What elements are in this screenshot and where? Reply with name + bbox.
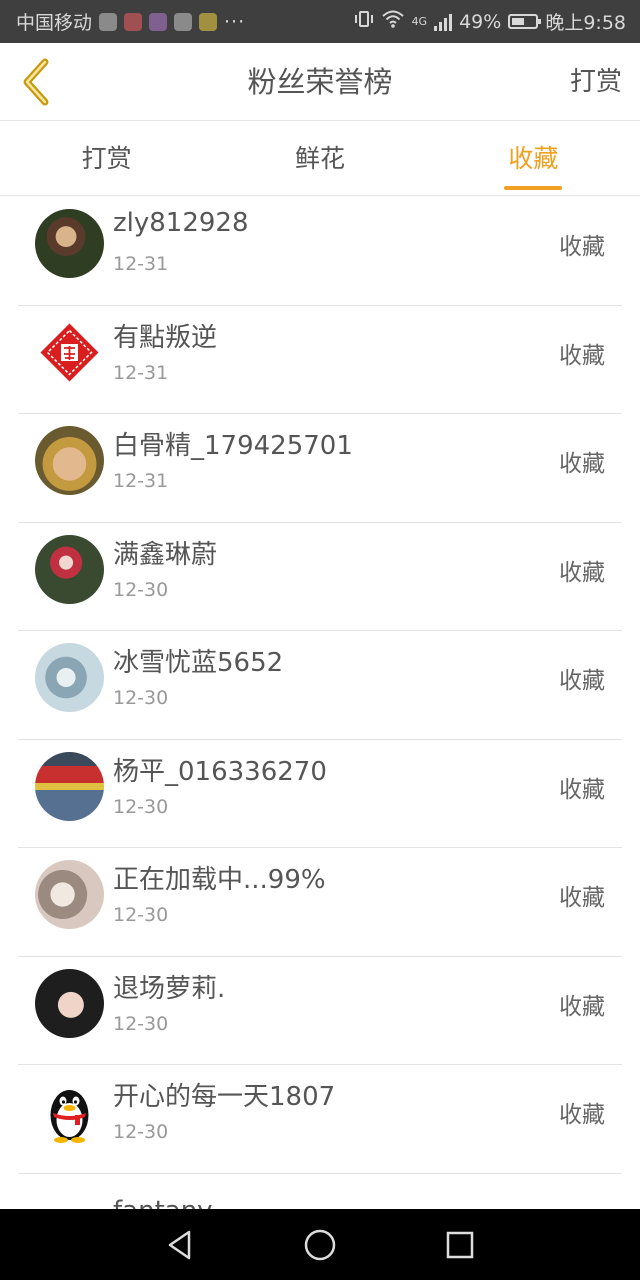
user-name: zly812928 [113,208,249,238]
signal-icon [434,13,453,31]
tab-favorites[interactable]: 收藏 [427,122,640,195]
carrier-label: 中国移动 [16,12,93,34]
favorite-label: 收藏 [559,1102,605,1128]
list-item[interactable]: fantany [18,1174,622,1210]
avatar [35,968,104,1038]
favorite-label: 收藏 [559,885,605,911]
chevron-left-icon [23,58,49,106]
favorite-label: 收藏 [559,993,605,1020]
tab-flowers[interactable]: 鲜花 [213,122,426,195]
penguin-icon [50,1090,89,1143]
user-name: 正在加载中...99% [113,865,326,895]
system-nav-bar [0,1209,640,1280]
fu-character-icon [40,323,99,381]
circle-home-icon [304,1229,336,1260]
status-bar: 中国移动 ··· 4G 49% 晚上9:58 [0,0,640,43]
avatar [35,209,104,278]
vibrate-icon [354,9,374,34]
fan-list: zly812928 12-31 收藏 有點叛逆 12-31 收藏 白骨精_179… [0,197,640,1209]
avatar [35,317,104,387]
user-name: 退场萝莉. [113,973,226,1004]
favorite-label: 收藏 [559,776,605,803]
battery-icon [508,14,542,29]
page-title: 粉丝荣誉榜 [247,65,393,99]
user-name: 杨平_016336270 [113,756,327,787]
record-date: 12-30 [113,687,169,709]
list-item[interactable]: 冰雪忧蓝5652 12-30 收藏 [18,631,622,740]
user-name: 有點叛逆 [113,322,218,353]
favorite-label: 收藏 [559,668,605,694]
clock: 晚上9:58 [545,12,626,34]
record-date: 12-30 [113,1121,169,1143]
status-right: 4G 49% 晚上9:58 [354,8,626,35]
avatar [35,860,104,929]
user-name: 开心的每一天1807 [113,1082,336,1112]
record-date: 12-30 [113,904,169,926]
app-notification-icon [99,12,118,31]
list-item[interactable]: 正在加载中...99% 12-30 收藏 [18,848,622,957]
nav-recents-button[interactable] [430,1215,490,1275]
record-date: 12-31 [113,253,169,275]
user-name: 白骨精_179425701 [113,431,353,461]
status-left: 中国移动 ··· [16,8,245,35]
list-item[interactable]: zly812928 12-31 收藏 [18,197,622,306]
record-date: 12-30 [113,1012,169,1035]
more-notifications: ··· [224,10,246,33]
list-item[interactable]: 开心的每一天1807 12-30 收藏 [18,1065,622,1174]
record-date: 12-31 [113,470,169,492]
battery-percent: 49% [459,10,502,33]
list-item[interactable]: 满鑫琳蔚 12-30 收藏 [18,523,622,631]
user-name: 满鑫琳蔚 [113,539,218,570]
favorite-label: 收藏 [559,342,605,369]
back-button[interactable] [14,57,58,107]
nav-back-button[interactable] [150,1215,210,1275]
user-name: fantany [113,1196,213,1210]
list-item[interactable]: 退场萝莉. 12-30 收藏 [18,957,622,1065]
list-item[interactable]: 白骨精_179425701 12-31 收藏 [18,414,622,523]
network-type-label: 4G [411,15,428,28]
tab-bar: 打赏 鲜花 收藏 [0,122,640,196]
user-name: 冰雪忧蓝5652 [113,648,284,678]
triangle-back-icon [168,1230,191,1259]
avatar [35,1077,104,1146]
favorite-label: 收藏 [559,234,605,260]
app-notification-icon [174,12,193,31]
app-notification-icon [124,12,143,31]
favorite-label: 收藏 [559,559,605,586]
list-item[interactable]: 杨平_016336270 12-30 收藏 [18,740,622,848]
nav-home-button[interactable] [290,1215,350,1275]
avatar [35,426,104,495]
record-date: 12-30 [113,795,169,818]
square-recents-icon [446,1231,474,1258]
app-notification-icon [149,12,168,31]
list-item[interactable]: 有點叛逆 12-31 收藏 [18,306,622,414]
avatar [35,751,104,821]
wifi-icon [381,9,405,34]
avatar [35,534,104,604]
favorite-label: 收藏 [559,451,605,477]
app-header: 粉丝荣誉榜 打赏 [0,43,640,121]
reward-button[interactable]: 打赏 [570,43,622,121]
avatar [35,643,104,712]
app-notification-icon [199,12,218,31]
tab-reward[interactable]: 打赏 [0,122,213,195]
record-date: 12-30 [113,578,169,601]
record-date: 12-31 [113,361,169,384]
